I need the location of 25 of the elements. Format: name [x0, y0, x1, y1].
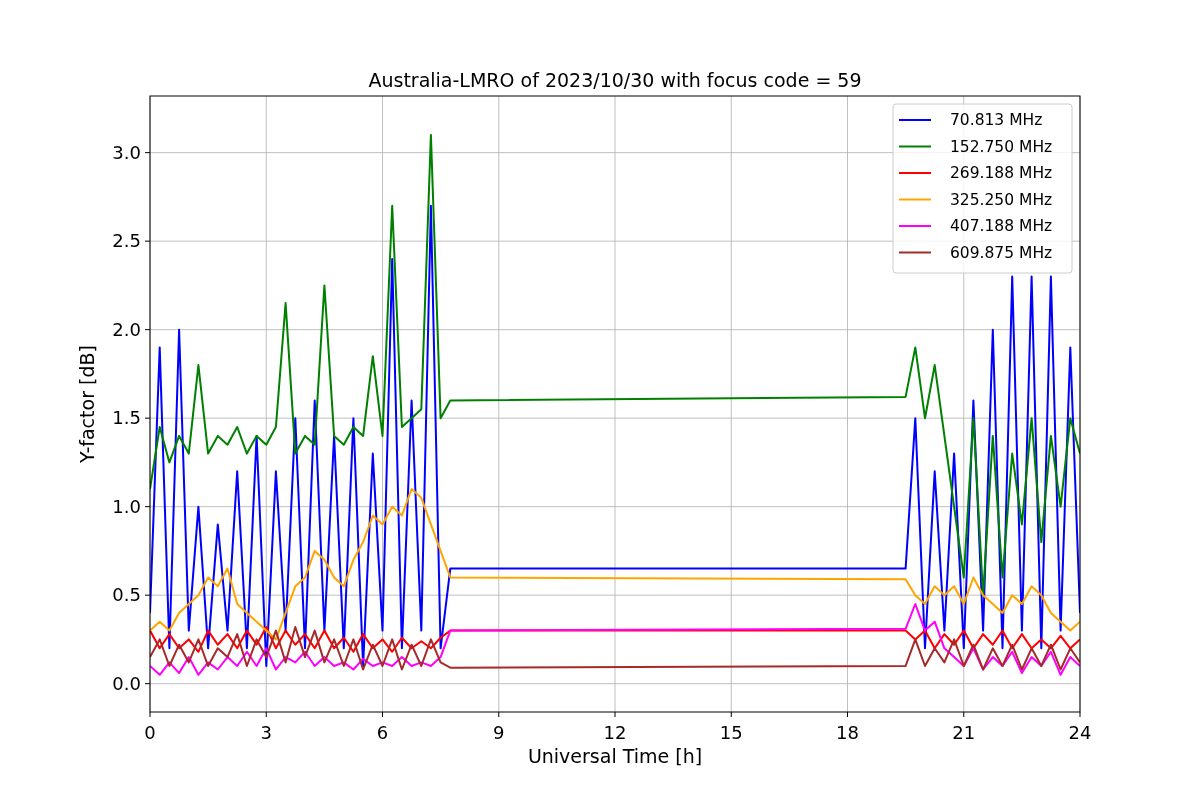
tick-label: 24: [1068, 722, 1092, 743]
tick-label: 15: [719, 722, 743, 743]
tick-label: 3: [260, 722, 272, 743]
tick-label: 21: [952, 722, 976, 743]
legend-label: 609.875 MHz: [950, 243, 1053, 262]
legend-label: 325.250 MHz: [950, 190, 1053, 209]
x-axis-label: Universal Time [h]: [527, 745, 703, 767]
legend-label: 269.188 MHz: [950, 164, 1053, 182]
legend-label: 407.188 MHz: [950, 217, 1053, 235]
tick-label: 2.5: [112, 230, 141, 252]
tick-label: 3.0: [112, 141, 141, 163]
tick-label: 6: [376, 722, 389, 743]
tick-label: 1.5: [112, 407, 141, 429]
tick-label: 0: [144, 722, 156, 743]
y-axis-label: Y-factor [dB]: [76, 345, 98, 463]
chart-title: Australia-LMRO of 2023/10/30 with focus code = 59: [368, 69, 862, 91]
tick-label: 9: [493, 722, 505, 743]
tick-label: 2.0: [112, 318, 141, 340]
tick-label: 0.5: [112, 584, 141, 606]
legend-label: 152.750 MHz: [950, 137, 1053, 156]
tick-label: 1.0: [112, 495, 141, 517]
tick-label: 18: [836, 722, 859, 743]
tick-label: 12: [603, 722, 627, 743]
legend-label: 70.813 MHz: [950, 111, 1043, 129]
tick-label: 0.0: [112, 672, 141, 694]
